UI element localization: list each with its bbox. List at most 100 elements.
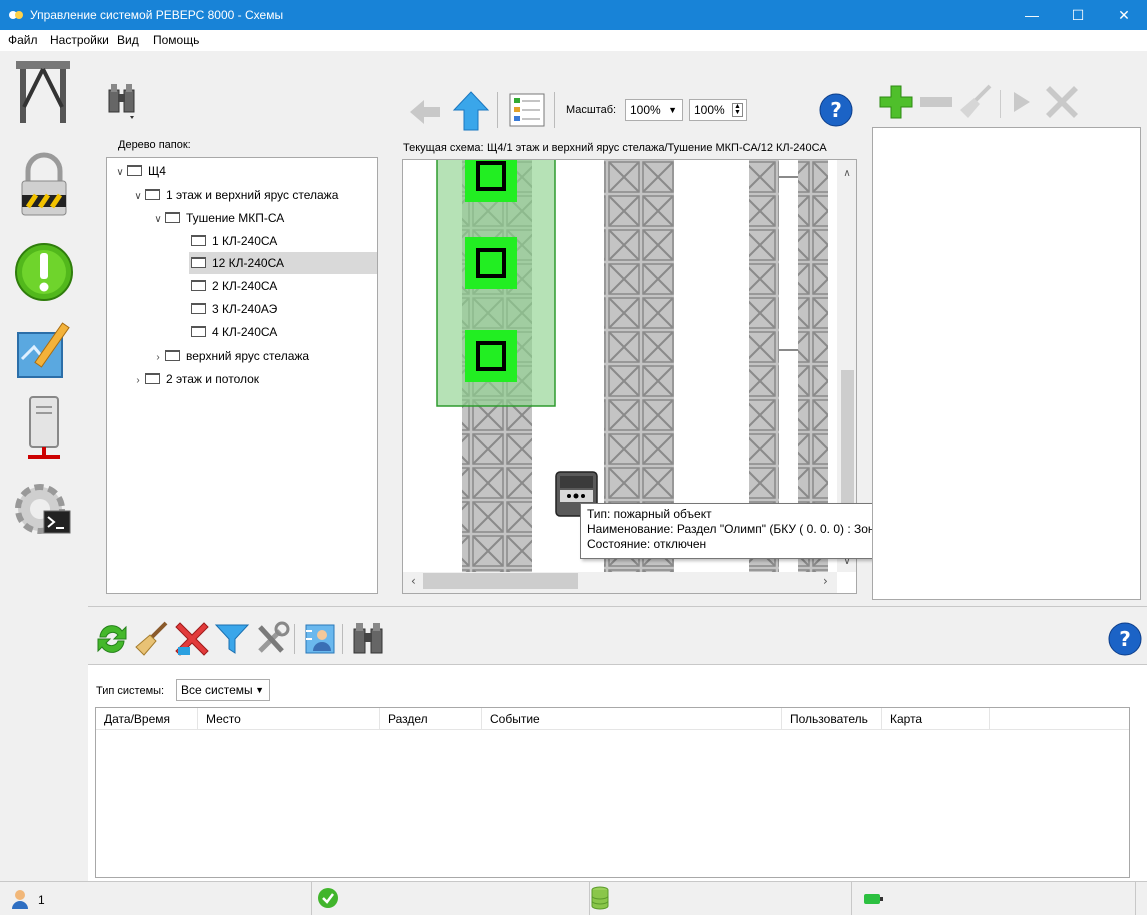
menu-help[interactable]: Помощь (153, 33, 199, 47)
binoculars-icon[interactable] (350, 621, 386, 657)
scale-label: Масштаб: (566, 104, 617, 116)
splitter[interactable] (88, 606, 1147, 607)
scale-select[interactable]: 100% ▼ (625, 99, 683, 121)
alarm-icon[interactable] (14, 239, 74, 305)
folder-icon (145, 189, 160, 200)
tree-item-scheme[interactable]: 3 КЛ-240АЭ (191, 298, 277, 320)
map-edit-icon[interactable] (14, 319, 74, 385)
properties-panel (872, 127, 1141, 600)
status-cell-power (852, 882, 1136, 915)
folder-icon (191, 280, 206, 291)
device-square[interactable] (465, 160, 517, 202)
up-arrow-icon[interactable] (452, 90, 490, 132)
scheme-list-icon[interactable] (508, 92, 546, 128)
close-button[interactable]: ✕ (1101, 0, 1147, 30)
toolbar-separator (294, 624, 295, 654)
menu-settings[interactable]: Настройки (50, 33, 109, 47)
scroll-left-icon[interactable]: ‹ (411, 574, 416, 588)
help-icon[interactable]: ? (1107, 621, 1143, 657)
column-event[interactable]: Событие (482, 708, 782, 730)
tree-item-extinguish[interactable]: ∨ Тушение МКП-СА (151, 207, 284, 229)
lock-icon[interactable] (14, 151, 74, 217)
chevron-right-icon[interactable]: › (151, 347, 165, 369)
tree-item-root[interactable]: ∨ Щ4 (113, 160, 166, 182)
back-arrow-icon[interactable] (408, 94, 442, 130)
broom-icon[interactable] (958, 84, 994, 120)
system-type-label: Тип системы: (96, 685, 165, 697)
tree-item-floor2[interactable]: › 2 этаж и потолок (131, 368, 259, 390)
toolbar-separator (554, 92, 555, 128)
add-icon[interactable] (878, 84, 914, 120)
column-user[interactable]: Пользователь (782, 708, 882, 730)
refresh-icon[interactable] (94, 621, 130, 657)
current-scheme-path: Щ4/1 этаж и верхний ярус стелажа/Тушение… (487, 142, 827, 154)
play-icon[interactable] (1010, 88, 1034, 116)
console-gear-icon[interactable] (14, 475, 74, 541)
minimize-button[interactable]: — (1009, 0, 1055, 30)
toolbar-separator (497, 92, 498, 128)
tree-item-scheme[interactable]: 4 КЛ-240СА (191, 321, 277, 343)
device-square[interactable] (465, 237, 517, 289)
remove-icon[interactable] (918, 92, 954, 112)
dropdown-arrow-icon: ▼ (255, 685, 264, 695)
left-rail (0, 51, 88, 881)
tools-icon[interactable] (254, 621, 290, 657)
tree-item-scheme-selected[interactable]: 12 КЛ-240СА (189, 252, 377, 274)
folder-icon (145, 373, 160, 384)
delete-icon[interactable] (1044, 84, 1080, 120)
server-icon[interactable] (14, 395, 74, 461)
status-cell-database (590, 882, 852, 915)
tree-label: Дерево папок: (118, 139, 191, 151)
column-place[interactable]: Место (198, 708, 380, 730)
database-icon (591, 886, 609, 910)
folder-icon (127, 165, 142, 176)
folder-icon (165, 212, 180, 223)
chevron-down-icon[interactable]: ∨ (131, 186, 145, 208)
filter-icon[interactable] (214, 621, 250, 657)
system-type-select[interactable]: Все системы ▼ (176, 679, 270, 701)
chevron-right-icon[interactable]: › (131, 370, 145, 392)
events-panel: Тип системы: Все системы ▼ Дата/Время Мес… (88, 664, 1147, 882)
help-icon[interactable]: ? (818, 92, 854, 128)
tree-item-scheme[interactable]: 1 КЛ-240СА (191, 230, 277, 252)
scroll-up-icon[interactable]: ∧ (843, 168, 850, 179)
spin-arrows-icon[interactable]: ▲ ▼ (732, 103, 743, 117)
toolbar-separator (342, 624, 343, 654)
column-section[interactable]: Раздел (380, 708, 482, 730)
device-square[interactable] (465, 330, 517, 382)
folder-icon (165, 350, 180, 361)
user-card-icon[interactable] (302, 621, 338, 657)
column-card[interactable]: Карта (882, 708, 990, 730)
scale-spinbox[interactable]: 100% ▲ ▼ (689, 99, 747, 121)
turnstile-icon[interactable] (14, 57, 74, 123)
scroll-right-icon[interactable]: › (823, 574, 828, 588)
tree-item-upper-tier[interactable]: › верхний ярус стелажа (151, 345, 309, 367)
battery-icon (864, 894, 883, 904)
folder-icon (191, 257, 206, 268)
chevron-down-icon[interactable]: ∨ (151, 209, 165, 231)
menu-file[interactable]: Файл (8, 33, 38, 47)
ok-check-icon (318, 888, 338, 908)
column-datetime[interactable]: Дата/Время (96, 708, 198, 730)
current-scheme-label: Текущая схема: (403, 142, 484, 154)
title-bar: Управление системой РЕВЕРС 8000 - Схемы … (0, 0, 1147, 30)
tree-item-scheme[interactable]: 2 КЛ-240СА (191, 275, 277, 297)
status-bar: 1 (0, 881, 1147, 915)
svg-text:?: ? (1119, 627, 1131, 651)
app-icon (9, 11, 23, 19)
folder-icon (191, 235, 206, 246)
svg-text:?: ? (830, 98, 842, 122)
folder-icon (191, 303, 206, 314)
maximize-button[interactable]: ☐ (1055, 0, 1101, 30)
horizontal-scroll-thumb[interactable] (423, 573, 578, 589)
chevron-down-icon[interactable]: ∨ (113, 162, 127, 184)
toolbar-separator (1000, 90, 1001, 118)
user-count: 1 (38, 893, 45, 907)
events-table: Дата/Время Место Раздел Событие Пользова… (95, 707, 1130, 878)
tree-item-floor1[interactable]: ∨ 1 этаж и верхний ярус стелажа (131, 184, 338, 206)
clear-filter-icon[interactable] (174, 621, 210, 657)
menu-view[interactable]: Вид (117, 33, 139, 47)
window-title: Управление системой РЕВЕРС 8000 - Схемы (30, 8, 284, 22)
broom-icon[interactable] (134, 621, 170, 657)
binoculars-dropdown-icon[interactable] (106, 82, 140, 122)
